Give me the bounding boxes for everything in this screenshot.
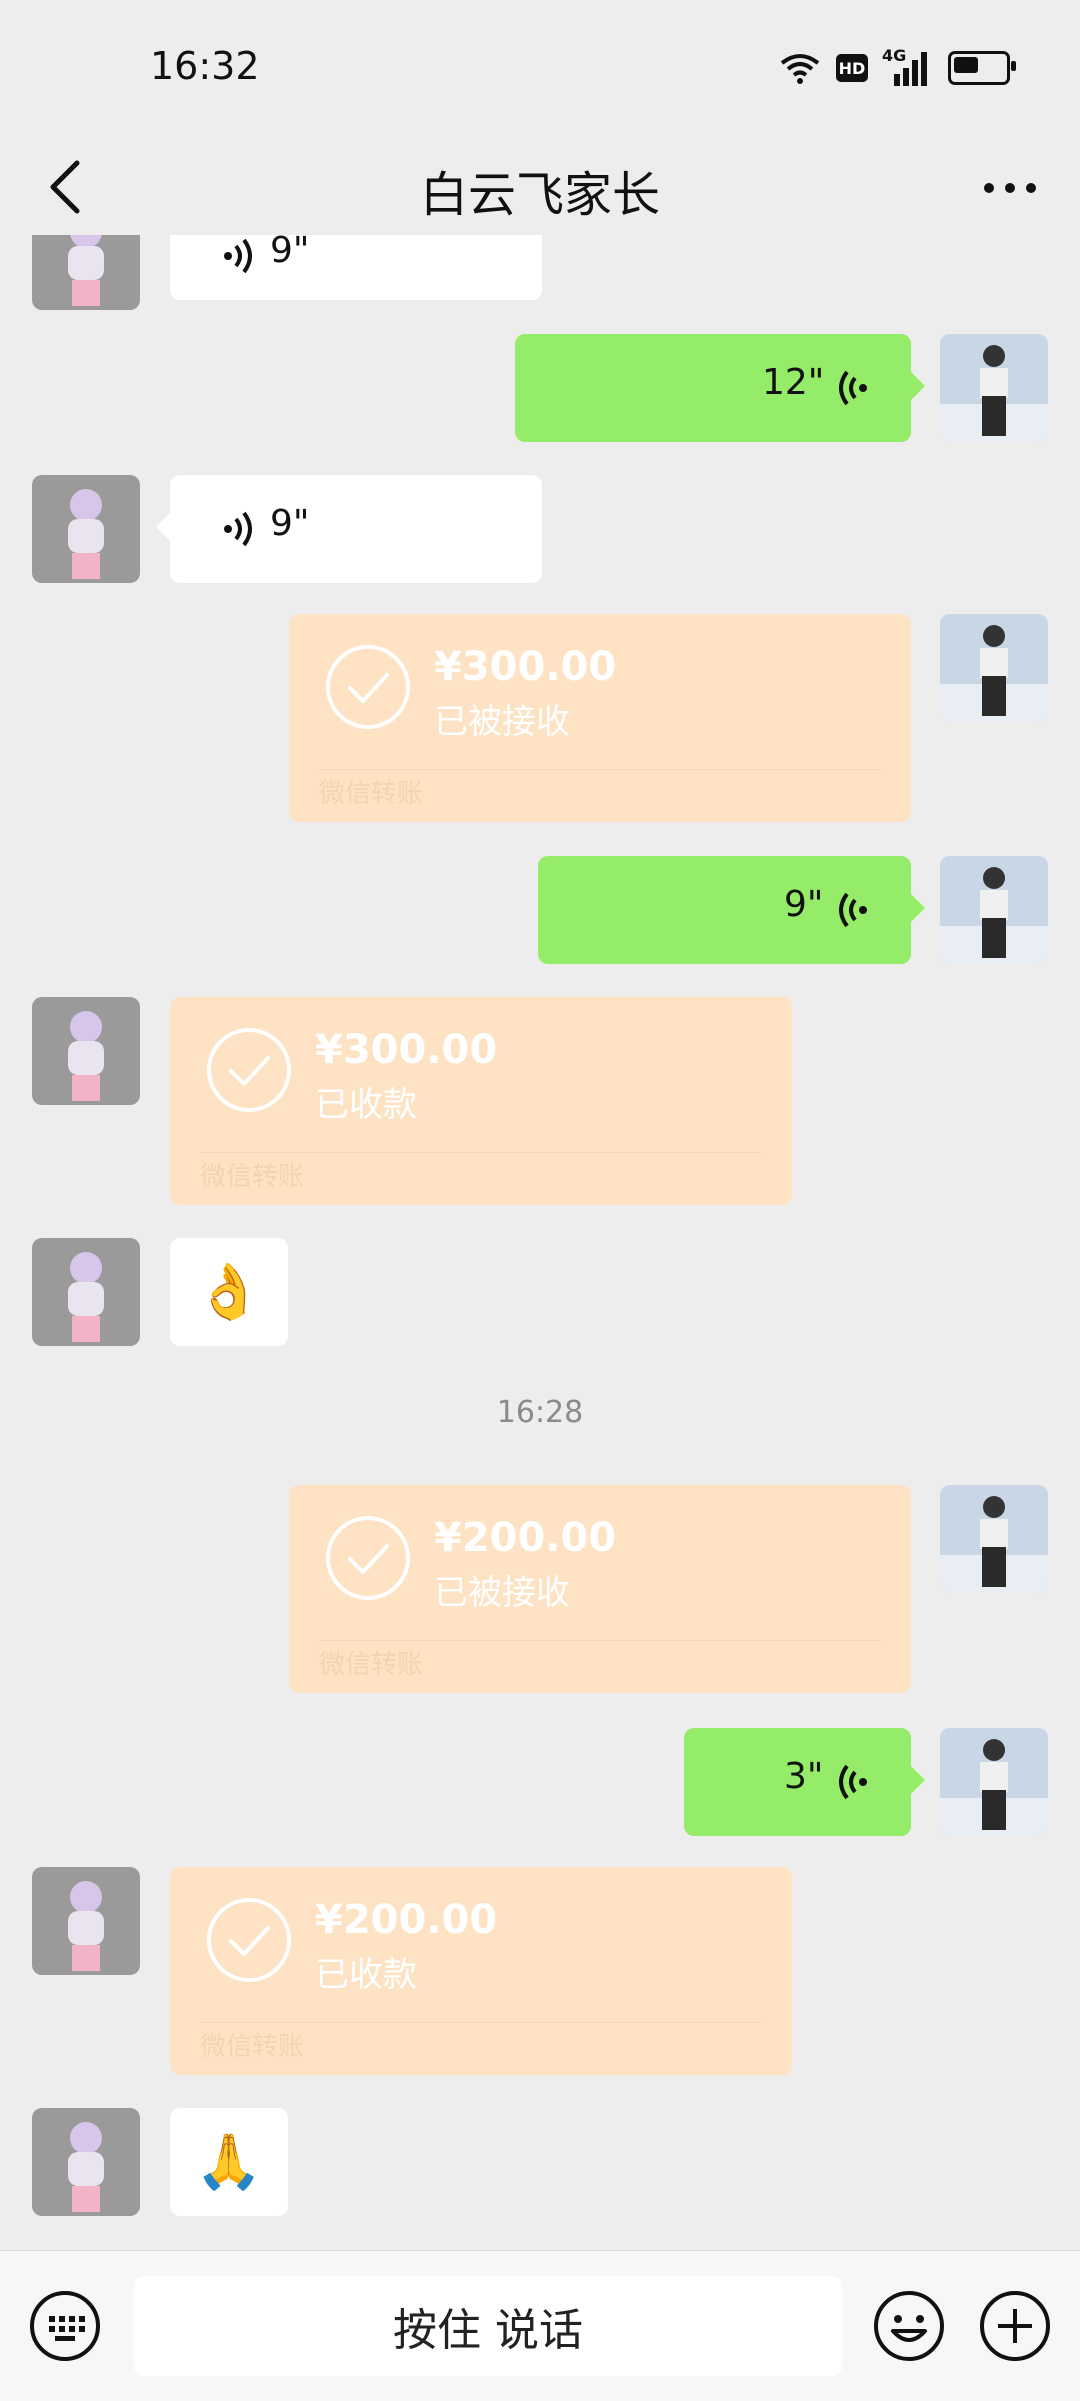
divider (200, 1152, 762, 1153)
transfer-status: 已被接收 (434, 1573, 570, 1613)
voice-message[interactable]: 9" (170, 235, 542, 300)
status-time: 16:32 (150, 44, 260, 88)
emoji-message[interactable]: 👌 (170, 1238, 288, 1346)
more-dots-icon (984, 182, 1036, 193)
my-avatar[interactable] (940, 856, 1048, 964)
transfer-message[interactable]: ¥300.00 已被接收 微信转账 (289, 614, 911, 822)
transfer-footer: 微信转账 (319, 1650, 424, 1680)
plus-icon (980, 2291, 1050, 2361)
voice-message[interactable]: 9" (538, 856, 925, 964)
my-avatar[interactable] (940, 1485, 1048, 1593)
voice-message[interactable]: 9" (156, 475, 542, 583)
voice-duration: 9" (270, 235, 310, 271)
divider (319, 1640, 881, 1641)
transfer-footer: 微信转账 (200, 1162, 305, 1192)
status-icons: HD 4G (778, 46, 1016, 88)
contact-avatar[interactable] (32, 235, 140, 310)
transfer-footer: 微信转账 (319, 779, 424, 809)
chat-screen: 16:32 HD 4G 白云飞家长 9" 12" 9" ¥300.00 已被接收… (0, 0, 1080, 2401)
voice-message[interactable]: 3" (684, 1728, 925, 1836)
contact-avatar[interactable] (32, 2108, 140, 2216)
transfer-status: 已收款 (315, 1085, 417, 1125)
input-bar: 按住 说话 (0, 2250, 1080, 2401)
chat-header: 白云飞家长 (0, 135, 1080, 240)
contact-avatar[interactable] (32, 475, 140, 583)
more-button[interactable] (970, 150, 1050, 225)
transfer-message[interactable]: ¥200.00 已被接收 微信转账 (289, 1485, 911, 1693)
emoji-button[interactable] (872, 2289, 946, 2363)
transfer-message[interactable]: ¥300.00 已收款 微信转账 (170, 997, 792, 1205)
voice-duration: 12" (762, 362, 825, 403)
transfer-status: 已被接收 (434, 702, 570, 742)
contact-avatar[interactable] (32, 997, 140, 1105)
pray-emoji: 🙏 (195, 2130, 263, 2193)
chat-timestamp: 16:28 (496, 1395, 584, 1430)
transfer-amount: ¥300.00 (434, 644, 617, 690)
contact-avatar[interactable] (32, 1867, 140, 1975)
emoji-face-icon (874, 2291, 944, 2361)
transfer-amount: ¥200.00 (434, 1515, 617, 1561)
message-list[interactable]: 9" 12" 9" ¥300.00 已被接收 微信转账 9" ¥300.00 已… (0, 235, 1080, 2250)
my-avatar[interactable] (940, 614, 1048, 722)
contact-avatar[interactable] (32, 1238, 140, 1346)
transfer-message[interactable]: ¥200.00 已收款 微信转账 (170, 1867, 792, 2075)
my-avatar[interactable] (940, 334, 1048, 442)
voice-wave-icon (224, 511, 252, 547)
hold-to-talk-button[interactable]: 按住 说话 (134, 2276, 842, 2376)
hd-icon: HD (836, 54, 868, 82)
voice-wave-icon (839, 892, 867, 928)
check-circle-icon (207, 1898, 291, 1982)
transfer-amount: ¥300.00 (315, 1027, 498, 1073)
voice-wave-icon (839, 370, 867, 406)
my-avatar[interactable] (940, 1728, 1048, 1836)
transfer-footer: 微信转账 (200, 2032, 305, 2062)
more-actions-button[interactable] (978, 2289, 1052, 2363)
4g-signal-icon: 4G (882, 46, 928, 86)
voice-duration: 9" (784, 884, 824, 925)
transfer-amount: ¥200.00 (315, 1897, 498, 1943)
chat-title: 白云飞家长 (419, 167, 660, 223)
check-circle-icon (326, 645, 410, 729)
voice-wave-icon (224, 238, 252, 274)
status-bar: 16:32 HD 4G (0, 0, 1080, 135)
keyboard-toggle-button[interactable] (28, 2289, 102, 2363)
keyboard-icon (30, 2291, 100, 2361)
voice-message[interactable]: 12" (515, 334, 925, 442)
voice-duration: 3" (784, 1756, 824, 1797)
voice-wave-icon (839, 1764, 867, 1800)
transfer-status: 已收款 (315, 1955, 417, 1995)
voice-duration: 9" (270, 503, 310, 544)
divider (319, 769, 881, 770)
network-label: 4G (882, 46, 907, 65)
check-circle-icon (326, 1516, 410, 1600)
divider (200, 2022, 762, 2023)
wifi-icon (780, 54, 820, 84)
emoji-message[interactable]: 🙏 (170, 2108, 288, 2216)
ok-hand-emoji: 👌 (195, 1260, 263, 1323)
battery-icon (948, 51, 1016, 85)
check-circle-icon (207, 1028, 291, 1112)
